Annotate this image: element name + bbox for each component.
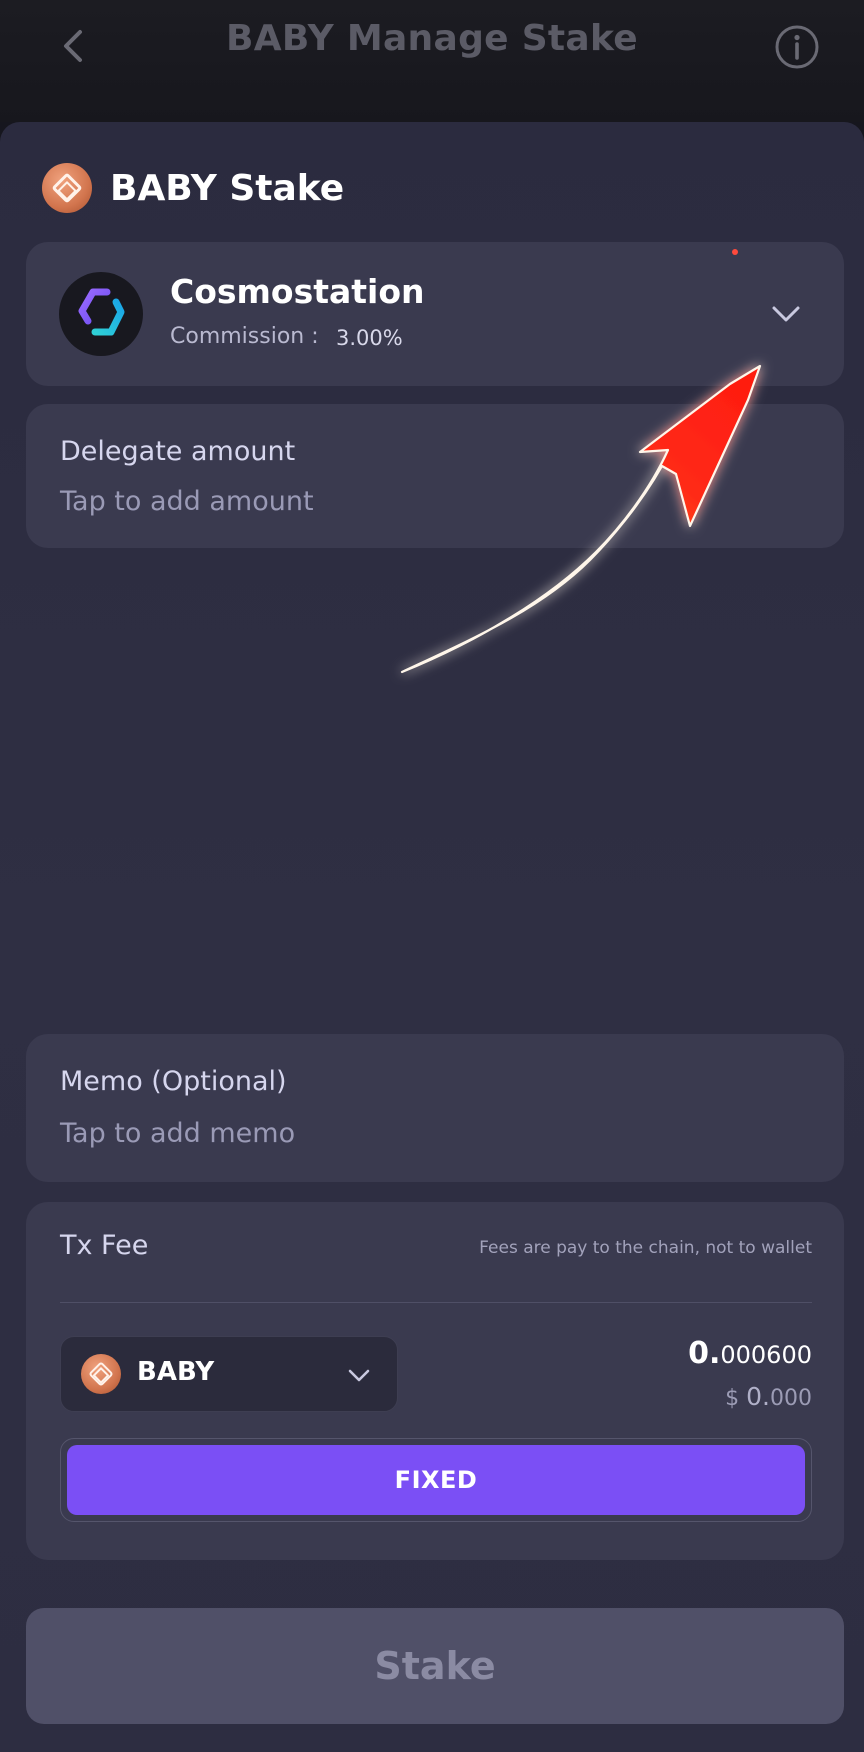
fee-token-select[interactable]: BABY xyxy=(60,1336,398,1412)
baby-coin-icon xyxy=(42,163,92,213)
fee-amount-int: 0. xyxy=(688,1336,721,1371)
baby-coin-icon xyxy=(81,1354,121,1394)
fee-usd-value: $ 0.000 xyxy=(725,1382,812,1411)
stake-button[interactable]: Stake xyxy=(26,1608,844,1724)
fee-amount: 0.000600 xyxy=(688,1336,812,1371)
memo-field[interactable]: Memo (Optional) Tap to add memo xyxy=(26,1034,844,1182)
delegate-amount-field[interactable]: Delegate amount Tap to add amount xyxy=(26,404,844,548)
memo-placeholder: Tap to add memo xyxy=(60,1118,296,1149)
tx-fee-card: Tx Fee Fees are pay to the chain, not to… xyxy=(26,1202,844,1560)
info-icon[interactable] xyxy=(774,24,820,70)
fee-option-selector: FIXED xyxy=(60,1438,812,1522)
fee-token-label: BABY xyxy=(137,1357,215,1387)
cosmostation-logo-icon xyxy=(59,272,143,356)
validator-selector[interactable]: Cosmostation Commission : 3.00% xyxy=(26,242,844,386)
divider xyxy=(60,1302,812,1303)
stake-sheet: BABY Stake Cosmostation Commission: 3.0… xyxy=(0,122,864,1752)
delegate-amount-placeholder: Tap to add amount xyxy=(60,486,314,517)
commission-label: Commission : xyxy=(170,324,319,349)
fee-usd-prefix: $ xyxy=(725,1386,747,1411)
chevron-down-icon[interactable] xyxy=(766,294,806,334)
delegate-amount-label: Delegate amount xyxy=(60,436,296,467)
fee-amount-decimals: 000600 xyxy=(720,1341,812,1369)
commission-value: 3.00% xyxy=(336,326,403,350)
memo-label: Memo (Optional) xyxy=(60,1066,287,1097)
chevron-down-icon xyxy=(348,1369,370,1382)
sheet-title: BABY Stake xyxy=(110,167,345,209)
fee-usd-int: 0. xyxy=(746,1382,770,1411)
tx-fee-label: Tx Fee xyxy=(60,1230,149,1261)
annotation-dot xyxy=(732,249,738,255)
fee-option-fixed[interactable]: FIXED xyxy=(67,1445,805,1515)
validator-name: Cosmostation xyxy=(170,272,425,311)
fee-usd-decimals: 000 xyxy=(770,1386,812,1411)
top-bar: BABY Manage Stake xyxy=(0,0,864,122)
tx-fee-note: Fees are pay to the chain, not to wallet xyxy=(479,1238,812,1258)
sheet-header: BABY Stake xyxy=(42,162,344,214)
page-title: BABY Manage Stake xyxy=(225,18,639,59)
